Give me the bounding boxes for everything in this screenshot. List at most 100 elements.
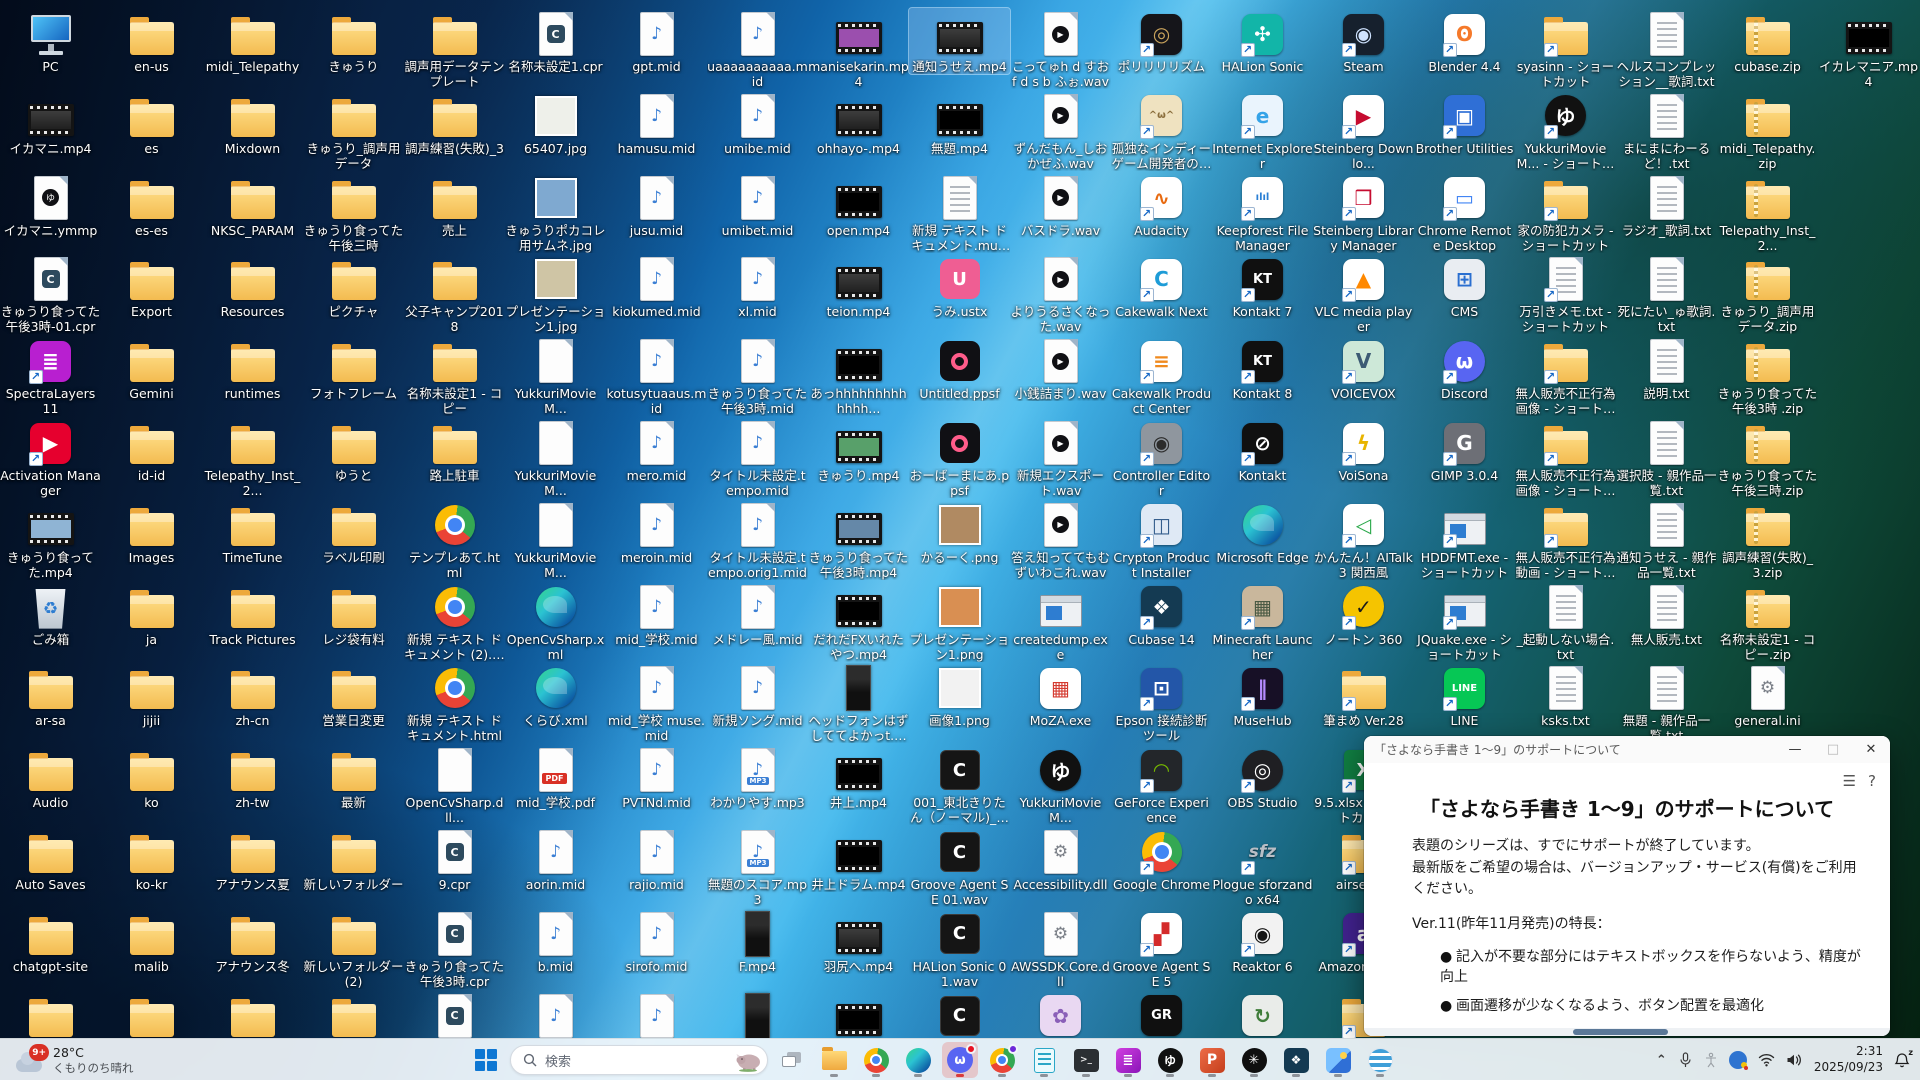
desktop-icon[interactable]: ılıl↗Keepforest File Manager <box>1212 172 1313 253</box>
desktop-icon[interactable]: 調声練習(失敗)_3.zip <box>1717 499 1818 580</box>
desktop-icon[interactable]: ♪PVTNd.mid <box>606 744 707 810</box>
desktop-icon[interactable]: ohhayo-.mp4 <box>808 90 909 156</box>
desktop-icon[interactable]: ▞↗Groove Agent SE 5 <box>1111 908 1212 989</box>
desktop-icon[interactable]: e↗Internet Explorer <box>1212 90 1313 171</box>
desktop-icon[interactable]: ♪kiokumed.mid <box>606 253 707 319</box>
spectralayers-icon[interactable]: ≣ <box>1110 1042 1146 1078</box>
desktop-icon[interactable]: プレゼンテーション1.png <box>909 581 1010 662</box>
desktop-icon[interactable]: 無題.mp4 <box>909 90 1010 156</box>
desktop-icon[interactable]: ◉↗Controller Editor <box>1111 417 1212 498</box>
task-view-button[interactable] <box>774 1042 810 1078</box>
desktop-icon[interactable]: ⚙AWSSDK.Core.dll <box>1010 908 1111 989</box>
desktop-icon[interactable]: ko-kr <box>101 826 202 892</box>
desktop-icon[interactable]: ♪gpt.mid <box>606 8 707 74</box>
chrome-profile-icon[interactable] <box>984 1042 1020 1078</box>
desktop-icon[interactable]: OpenCvSharp.dll... <box>404 744 505 825</box>
desktop-icon[interactable]: ↗JQuake.exe - ショートカット <box>1414 581 1515 662</box>
desktop-icon[interactable]: ピクチャ <box>303 253 404 319</box>
desktop-icon[interactable]: OpenCvSharp.xml <box>505 581 606 662</box>
chatgpt-icon[interactable]: ✳ <box>1236 1042 1272 1078</box>
desktop-icon[interactable]: GR <box>1111 990 1212 1038</box>
desktop-icon[interactable]: C名称未設定1.cpr <box>505 8 606 74</box>
desktop-icon[interactable]: ⊡↗Epson 接続診断ツール <box>1111 662 1212 743</box>
desktop-icon[interactable]: 通知うせえ.mp4 <box>909 8 1010 74</box>
desktop-icon[interactable] <box>0 990 101 1038</box>
desktop-icon[interactable]: ♪タイトル未設定.tempo.mid <box>707 417 808 498</box>
desktop-icon[interactable]: ↗Google Chrome <box>1111 826 1212 892</box>
desktop-icon[interactable] <box>202 990 303 1038</box>
desktop-icon[interactable]: ⊘↗Kontakt <box>1212 417 1313 483</box>
cubase-icon[interactable]: ❖ <box>1278 1042 1314 1078</box>
desktop-icon[interactable]: ▶こってゅh d すお f d s b ふぉ.wav <box>1010 8 1111 89</box>
yukkuri-movie-maker-icon[interactable]: ゆ <box>1152 1042 1188 1078</box>
desktop-icon[interactable]: かるーく.png <box>909 499 1010 565</box>
desktop-icon[interactable]: Audio <box>0 744 101 810</box>
desktop-icon[interactable]: LINE↗LINE <box>1414 662 1515 728</box>
desktop-icon[interactable]: ^ω^↗孤独なインディーゲーム開発者の一生 ... <box>1111 90 1212 171</box>
desktop-icon[interactable]: ⚙general.ini <box>1717 662 1818 728</box>
desktop-icon[interactable]: イカマニ.mp4 <box>0 90 101 156</box>
desktop-icon[interactable]: open.mp4 <box>808 172 909 238</box>
desktop-icon[interactable]: 新規 テキスト ドキュメント.musicxml <box>909 172 1010 253</box>
desktop-icon[interactable]: ≣↗SpectraLayers 11 <box>0 335 101 416</box>
desktop-icon[interactable]: ◁↗かんたん！AITalk 3 関西風 <box>1313 499 1414 580</box>
desktop-icon[interactable]: es <box>101 90 202 156</box>
desktop-icon[interactable]: フォトフレーム <box>303 335 404 401</box>
desktop-icon[interactable]: ♪MP3無題のスコア.mp3 <box>707 826 808 907</box>
desktop-icon[interactable]: 売上 <box>404 172 505 238</box>
desktop-icon[interactable]: ▶↗Activation Manager <box>0 417 101 498</box>
desktop-icon[interactable]: midi_Telepathy <box>202 8 303 74</box>
wifi-icon[interactable] <box>1758 1053 1775 1067</box>
desktop-icon[interactable]: Microsoft Edge <box>1212 499 1313 565</box>
desktop-icon[interactable]: ↗無人販売不正行為画像 - ショートカッ... <box>1515 335 1616 416</box>
desktop-icon[interactable]: 無人販売.txt <box>1616 581 1717 647</box>
desktop-icon[interactable]: Images <box>101 499 202 565</box>
desktop-icon[interactable]: ↗無人販売不正行為動画 - ショートカット <box>1515 499 1616 580</box>
desktop-icon[interactable]: malib <box>101 908 202 974</box>
desktop-icon[interactable]: Gemini <box>101 335 202 401</box>
desktop-icon[interactable]: CHALion Sonic 01.wav <box>909 908 1010 989</box>
accessibility-icon[interactable] <box>1704 1052 1718 1068</box>
desktop-icon[interactable]: 営業日変更 <box>303 662 404 728</box>
desktop-icon[interactable]: きゅうり食ってた.mp4 <box>0 499 101 580</box>
desktop-icon[interactable]: ♪uaaaaaaaaaa.mid <box>707 8 808 89</box>
desktop-icon[interactable]: きゅうり_調声用データ <box>303 90 404 171</box>
tray-chevron-up-icon[interactable]: ⌃ <box>1656 1053 1667 1068</box>
desktop-icon[interactable]: PC <box>0 8 101 74</box>
desktop-icon[interactable]: ↗HDDFMT.exe - ショートカット <box>1414 499 1515 580</box>
desktop-icon[interactable]: ♪kotusytuaaus.mid <box>606 335 707 416</box>
desktop-icon[interactable]: V↗VOICEVOX <box>1313 335 1414 401</box>
desktop-icon[interactable]: ω↗Discord <box>1414 335 1515 401</box>
photos-icon[interactable] <box>1320 1042 1356 1078</box>
desktop-icon[interactable]: id-id <box>101 417 202 483</box>
desktop-icon[interactable]: 無題 - 親作品一覧.txt <box>1616 662 1717 743</box>
desktop-icon[interactable]: ♪メドレー風.mid <box>707 581 808 647</box>
desktop-icon[interactable]: ♪umibe.mid <box>707 90 808 156</box>
desktop-icon[interactable]: manisekarin.mp4 <box>808 8 909 89</box>
desktop-icon[interactable]: ♪b.mid <box>505 908 606 974</box>
desktop-icon[interactable]: ksks.txt <box>1515 662 1616 728</box>
desktop-icon[interactable] <box>303 990 404 1038</box>
desktop-icon[interactable]: Resources <box>202 253 303 319</box>
desktop-icon[interactable]: 選択肢 - 親作品一覧.txt <box>1616 417 1717 498</box>
minimize-button[interactable]: — <box>1776 736 1814 763</box>
desktop-icon[interactable]: 最新 <box>303 744 404 810</box>
desktop-icon[interactable]: Auto Saves <box>0 826 101 892</box>
desktop-icon[interactable]: ゆうと <box>303 417 404 483</box>
desktop-icon[interactable]: 調声練習(失敗)_3 <box>404 90 505 156</box>
desktop-icon[interactable]: ⚙Accessibility.dll <box>1010 826 1111 892</box>
desktop-icon[interactable]: G↗GIMP 3.0.4 <box>1414 417 1515 483</box>
desktop-icon[interactable]: ヘッドフォンはずしててよかっt.mp4 <box>808 662 909 743</box>
maximize-button[interactable]: □ <box>1814 736 1852 763</box>
desktop-icon[interactable]: Cきゅうり食ってた午後3時-01.cpr <box>0 253 101 334</box>
desktop-icon[interactable]: ✣↗HALion Sonic <box>1212 8 1313 74</box>
desktop-icon[interactable]: ゆYukkuriMovieM... <box>1010 744 1111 825</box>
desktop-icon[interactable]: ♪sirofo.mid <box>606 908 707 974</box>
desktop-icon[interactable]: 路上駐車 <box>404 417 505 483</box>
desktop-icon[interactable]: ♪mid_学校 muse.mid <box>606 662 707 743</box>
desktop-icon[interactable]: ❒↗Steinberg Library Manager <box>1313 172 1414 253</box>
desktop-icon[interactable]: PDFmid_学校.pdf <box>505 744 606 810</box>
desktop-icon[interactable]: ♪MP3わかりやす.mp3 <box>707 744 808 810</box>
desktop-icon[interactable]: C001_東北きりたん（ノーマル)_今じゃ... <box>909 744 1010 825</box>
desktop-icon[interactable] <box>101 990 202 1038</box>
